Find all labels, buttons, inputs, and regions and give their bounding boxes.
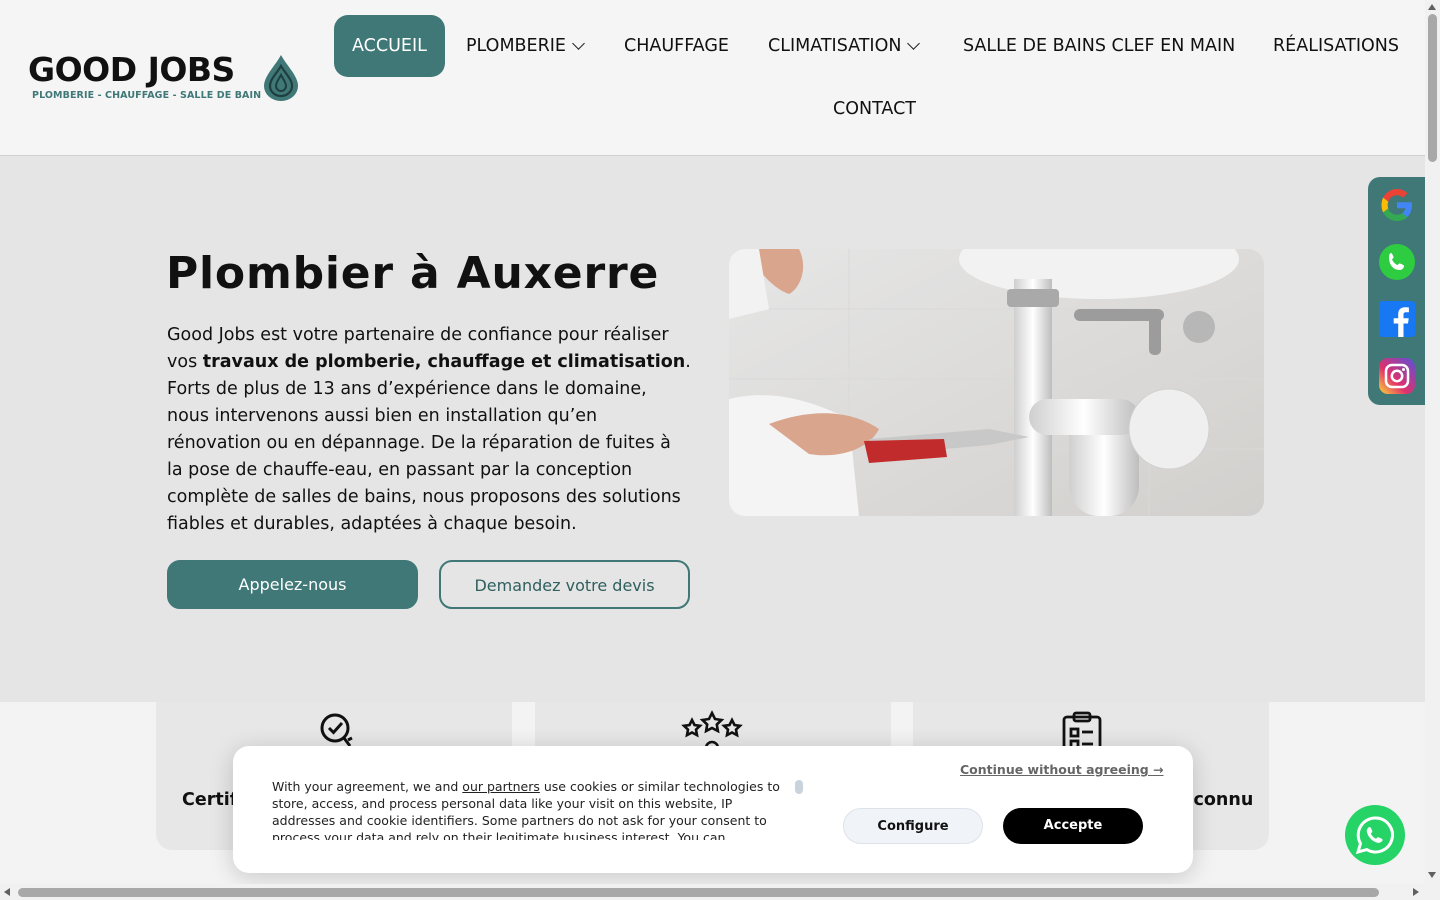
nav-salle-de-bains-label: SALLE DE BAINS CLEF EN MAIN bbox=[963, 36, 1236, 56]
phone-icon[interactable] bbox=[1379, 244, 1415, 280]
facebook-icon[interactable] bbox=[1379, 301, 1415, 337]
page-title: Plombier à Auxerre bbox=[166, 248, 660, 299]
whatsapp-icon bbox=[1355, 816, 1394, 855]
nav-accueil-label: ACCUEIL bbox=[352, 36, 427, 56]
nav-climatisation-label: CLIMATISATION bbox=[768, 36, 902, 56]
scroll-up-arrow-icon[interactable] bbox=[1428, 4, 1436, 10]
cookie-text: With your agreement, we and our partners… bbox=[272, 778, 792, 840]
hero-text-bold: travaux de plomberie, chauffage et clima… bbox=[202, 352, 686, 372]
nav-contact[interactable]: CONTACT bbox=[833, 78, 916, 140]
cookie-consent-banner: Continue without agreeing → With your ag… bbox=[233, 746, 1193, 873]
nav-realisations[interactable]: RÉALISATIONS bbox=[1273, 15, 1399, 77]
scroll-left-arrow-icon[interactable] bbox=[4, 888, 10, 896]
nav-accueil[interactable]: ACCUEIL bbox=[334, 15, 445, 77]
logo-name: GOOD JOBS bbox=[28, 50, 235, 89]
hero-text-end: . Forts de plus de 13 ans d’expérience d… bbox=[167, 352, 691, 534]
nav-chauffage-label: CHAUFFAGE bbox=[624, 36, 729, 56]
plumber-illustration bbox=[729, 249, 1264, 516]
nav-plomberie-label: PLOMBERIE bbox=[466, 36, 566, 56]
google-icon[interactable] bbox=[1379, 187, 1415, 223]
social-sidebar bbox=[1368, 177, 1425, 405]
horizontal-scrollbar-thumb[interactable] bbox=[18, 888, 1379, 897]
logo[interactable]: GOOD JOBS PLOMBERIE - CHAUFFAGE - SALLE … bbox=[28, 52, 303, 108]
nav-plomberie[interactable]: PLOMBERIE bbox=[466, 15, 585, 77]
nav-chauffage[interactable]: CHAUFFAGE bbox=[624, 15, 729, 77]
whatsapp-button[interactable] bbox=[1345, 805, 1405, 865]
our-partners-link[interactable]: our partners bbox=[462, 779, 540, 794]
chevron-down-icon bbox=[572, 37, 585, 50]
nav-climatisation[interactable]: CLIMATISATION bbox=[768, 15, 921, 77]
accept-button[interactable]: Accepte bbox=[1003, 808, 1143, 844]
water-drop-icon bbox=[264, 55, 298, 101]
site-header: GOOD JOBS PLOMBERIE - CHAUFFAGE - SALLE … bbox=[0, 0, 1425, 156]
configure-button[interactable]: Configure bbox=[843, 808, 983, 844]
continue-without-agreeing-link[interactable]: Continue without agreeing → bbox=[960, 762, 1164, 777]
cookie-text-scrollbar[interactable] bbox=[795, 780, 803, 794]
scroll-down-arrow-icon[interactable] bbox=[1428, 872, 1436, 878]
scroll-right-arrow-icon[interactable] bbox=[1413, 888, 1419, 896]
nav-contact-label: CONTACT bbox=[833, 99, 916, 119]
cookie-text-start: With your agreement, we and bbox=[272, 779, 463, 794]
request-quote-button[interactable]: Demandez votre devis bbox=[439, 560, 690, 609]
instagram-icon[interactable] bbox=[1379, 358, 1415, 394]
plumber-photo bbox=[729, 249, 1264, 516]
call-us-button[interactable]: Appelez-nous bbox=[167, 560, 418, 609]
hero-description: Good Jobs est votre partenaire de confia… bbox=[167, 322, 692, 538]
nav-salle-de-bains[interactable]: SALLE DE BAINS CLEF EN MAIN bbox=[963, 15, 1235, 77]
nav-realisations-label: RÉALISATIONS bbox=[1273, 36, 1399, 56]
vertical-scrollbar-thumb[interactable] bbox=[1428, 14, 1437, 162]
logo-tagline: PLOMBERIE - CHAUFFAGE - SALLE DE BAIN bbox=[32, 90, 262, 101]
chevron-down-icon bbox=[907, 37, 921, 50]
horizontal-scrollbar[interactable] bbox=[0, 884, 1425, 900]
vertical-scrollbar[interactable] bbox=[1425, 0, 1440, 900]
